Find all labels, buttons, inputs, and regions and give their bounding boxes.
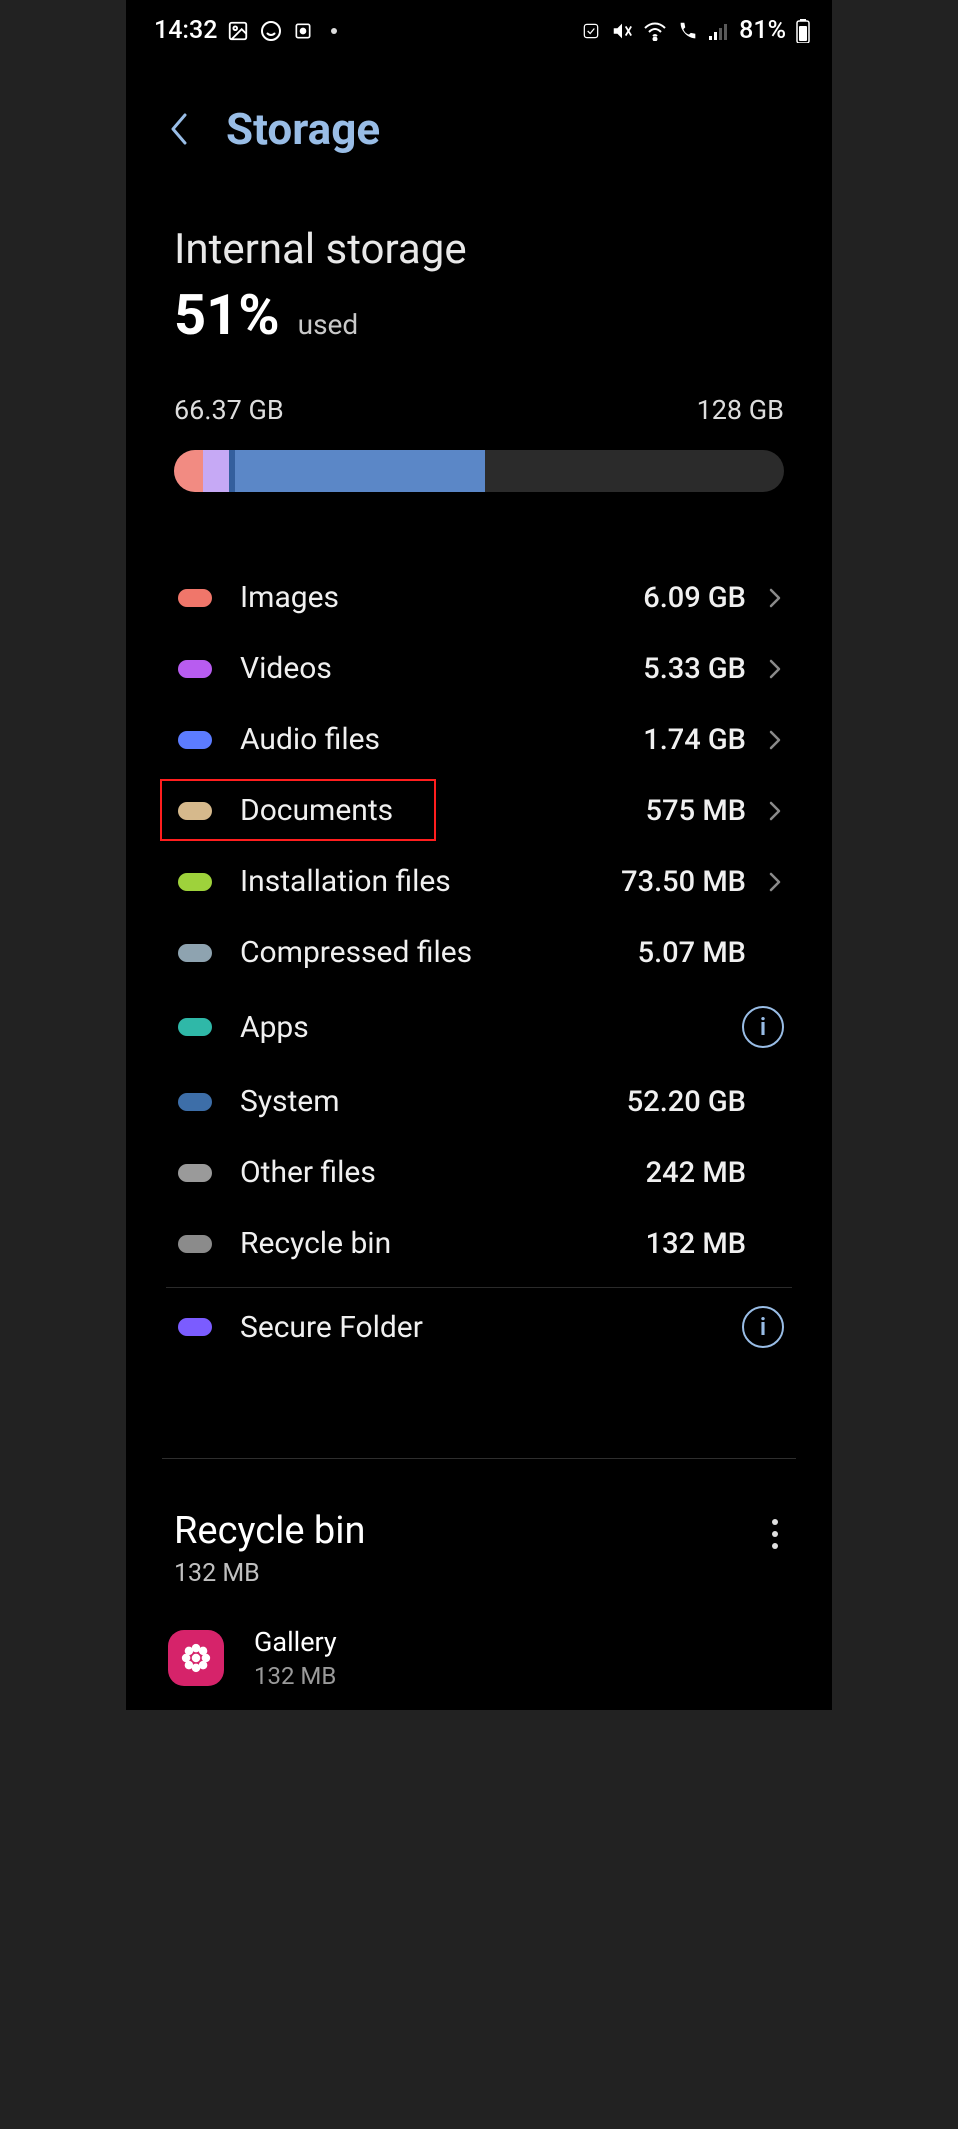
wifi-icon [643,21,667,41]
color-pill [178,873,212,891]
category-row-images[interactable]: Images6.09 GB [166,562,792,633]
category-size: 575 MB [646,794,746,828]
category-label: Apps [240,1010,742,1045]
sync-icon [581,21,601,41]
app-icon [293,21,313,41]
color-pill [178,944,212,962]
category-size: 73.50 MB [621,865,746,899]
more-options-button[interactable] [766,1509,784,1559]
color-pill [178,1164,212,1182]
status-bar: 14:32 81% [126,0,832,55]
progress-segment [203,450,229,492]
category-row-videos[interactable]: Videos5.33 GB [166,633,792,704]
usage-label: used [298,308,359,341]
info-icon[interactable]: i [742,1006,784,1048]
secure-folder-section: Secure Folderi [126,1288,832,1366]
status-left: 14:32 [154,16,337,45]
volte-icon [677,20,699,42]
category-row-system[interactable]: System52.20 GB [166,1066,792,1137]
category-label: Recycle bin [240,1226,646,1261]
mute-icon [611,20,633,42]
category-row-apps[interactable]: Appsi [166,988,792,1066]
category-label: System [240,1084,627,1119]
recycle-bin-size: 132 MB [174,1559,365,1588]
item-size: 132 MB [254,1662,337,1690]
signal-icon [709,22,729,40]
category-row-install[interactable]: Installation files73.50 MB [166,846,792,917]
status-right: 81% [581,16,810,45]
category-row-audio[interactable]: Audio files1.74 GB [166,704,792,775]
item-name: Gallery [254,1626,337,1658]
progress-segment [174,450,203,492]
chevron-right-icon [766,728,784,752]
category-label: Other files [240,1155,646,1190]
category-row-documents[interactable]: Documents575 MB [166,775,792,846]
chevron-right-icon [766,799,784,823]
info-icon[interactable]: i [742,1306,784,1348]
chevron-left-icon [166,109,192,149]
color-pill [178,1235,212,1253]
color-pill [178,731,212,749]
category-size: 52.20 GB [627,1085,746,1119]
notification-dot [331,28,337,34]
category-size: 242 MB [646,1156,746,1190]
category-label: Installation files [240,864,621,899]
gallery-icon [168,1630,224,1686]
color-pill [178,1018,212,1036]
overview-section: Internal storage 51% used 66.37 GB 128 G… [126,165,832,492]
total-amount: 128 GB [697,394,784,426]
category-size: 5.33 GB [643,652,746,686]
category-size: 5.07 MB [638,936,746,970]
recycle-bin-item[interactable]: Gallery 132 MB [126,1588,832,1710]
color-pill [178,660,212,678]
storage-progress-bar [174,450,784,492]
category-label: Compressed files [240,935,638,970]
overview-title: Internal storage [174,225,784,274]
recycle-bin-header: Recycle bin 132 MB [174,1509,365,1588]
category-list: Images6.09 GBVideos5.33 GBAudio files1.7… [126,562,832,1279]
used-amount: 66.37 GB [174,394,284,426]
category-size: 6.09 GB [643,581,746,615]
color-pill [178,802,212,820]
usage-percent: 51% [174,282,280,348]
category-row-recycle[interactable]: Recycle bin132 MB [166,1208,792,1279]
chevron-right-icon [766,870,784,894]
image-icon [227,20,249,42]
back-button[interactable] [166,109,192,149]
progress-segment [235,450,485,492]
chevron-right-icon [766,657,784,681]
recycle-bin-items: Gallery 132 MB [126,1588,832,1710]
category-size: 132 MB [646,1227,746,1261]
category-row-compressed[interactable]: Compressed files5.07 MB [166,917,792,988]
category-label: Images [240,580,643,615]
recycle-bin-section: Recycle bin 132 MB [126,1459,832,1588]
color-pill [178,589,212,607]
clock: 14:32 [154,16,217,45]
battery-icon [796,19,810,43]
whatsapp-icon [259,19,283,43]
category-row-other[interactable]: Other files242 MB [166,1137,792,1208]
page-title: Storage [226,103,380,155]
color-pill [178,1093,212,1111]
color-pill [178,1318,212,1336]
recycle-bin-title: Recycle bin [174,1509,365,1553]
device-frame: 14:32 81% Storage Internal storage 51% u… [126,0,832,1710]
chevron-right-icon [766,586,784,610]
amounts-row: 66.37 GB 128 GB [174,394,784,426]
header: Storage [126,55,832,165]
category-label: Videos [240,651,643,686]
category-row-secure[interactable]: Secure Folderi [166,1288,792,1366]
category-size: 1.74 GB [643,723,746,757]
category-label: Documents [240,793,646,828]
usage-row: 51% used [174,282,784,348]
category-label: Secure Folder [240,1310,742,1345]
battery-percent: 81% [739,16,786,45]
category-label: Audio files [240,722,643,757]
